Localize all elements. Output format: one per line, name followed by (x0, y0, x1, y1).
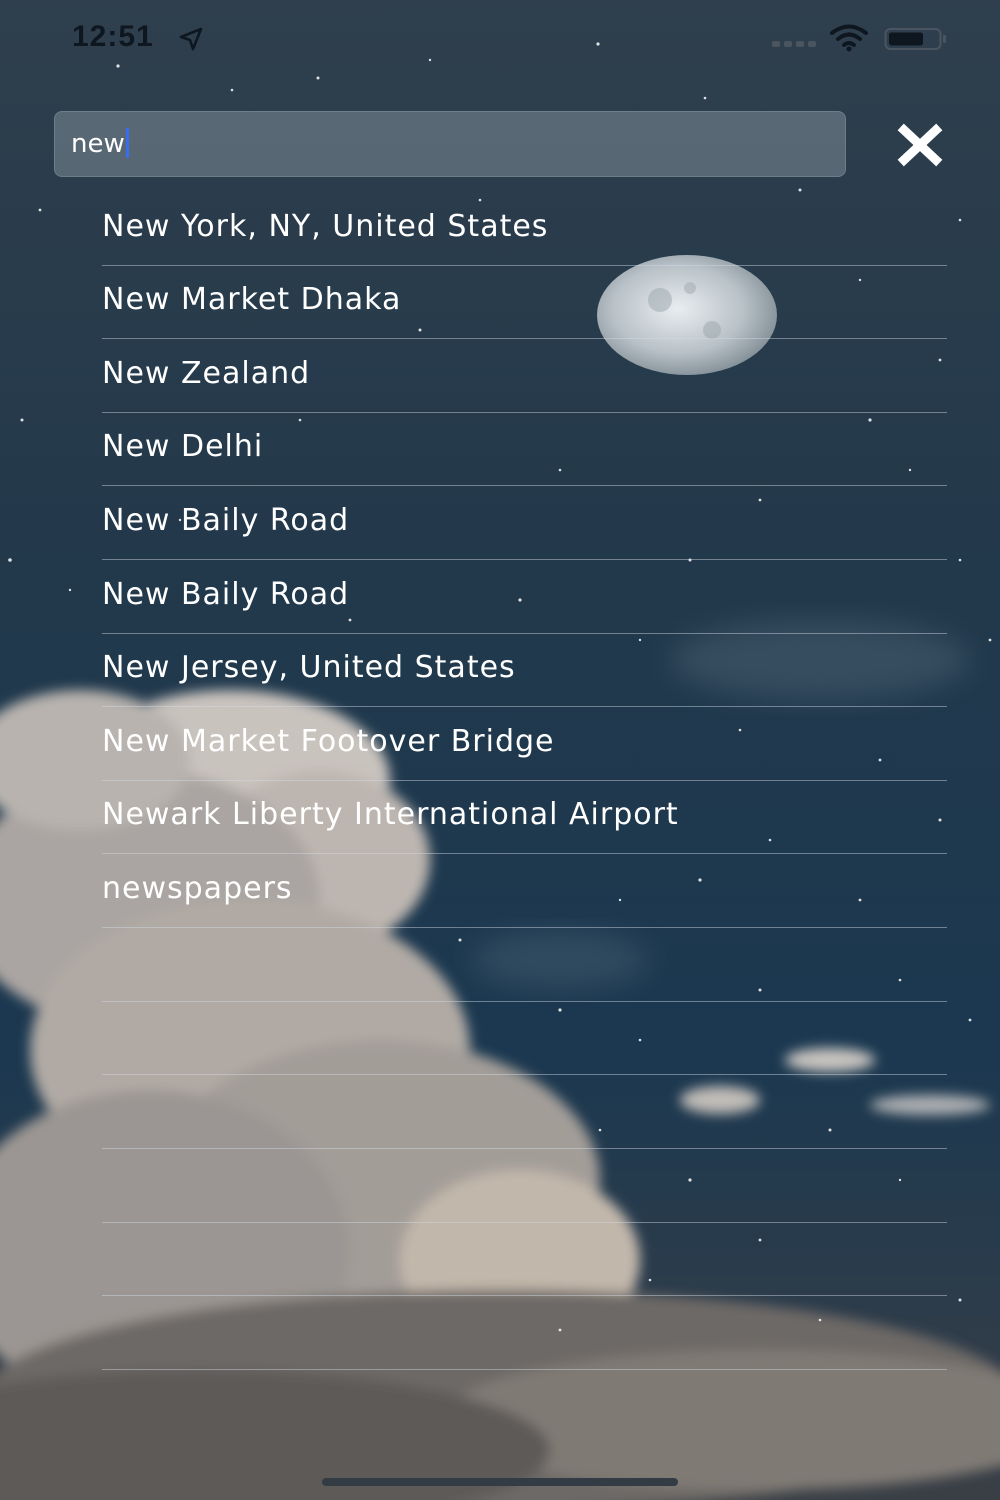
list-item-label: New Delhi (102, 429, 264, 464)
list-item[interactable] (102, 1223, 947, 1296)
list-item[interactable] (102, 929, 947, 1002)
list-item[interactable]: New Zealand (102, 340, 947, 413)
search-results-list: New York, NY, United States New Market D… (0, 0, 1000, 1500)
list-item-label: New Baily Road (102, 503, 350, 538)
list-item-label: New Market Footover Bridge (102, 724, 555, 759)
list-item[interactable]: New York, NY, United States (102, 193, 947, 266)
list-item-label: New York, NY, United States (102, 209, 549, 244)
list-item-label: New Baily Road (102, 577, 350, 612)
list-item[interactable] (102, 1297, 947, 1370)
list-item[interactable]: New Baily Road (102, 487, 947, 560)
list-item[interactable]: Newark Liberty International Airport (102, 781, 947, 854)
home-indicator[interactable] (322, 1478, 678, 1486)
list-item[interactable] (102, 1150, 947, 1223)
list-item[interactable]: newspapers (102, 855, 947, 928)
list-item[interactable]: New Baily Road (102, 561, 947, 634)
list-item[interactable] (102, 1076, 947, 1149)
list-item-label: New Market Dhaka (102, 282, 402, 317)
list-item[interactable] (102, 1002, 947, 1075)
list-item-label: newspapers (102, 871, 293, 906)
list-item[interactable]: New Market Footover Bridge (102, 708, 947, 781)
list-item-label: New Zealand (102, 356, 311, 391)
list-item-label: New Jersey, United States (102, 650, 516, 685)
list-item[interactable]: New Delhi (102, 413, 947, 486)
list-item-label: Newark Liberty International Airport (102, 797, 679, 832)
list-item[interactable]: New Jersey, United States (102, 634, 947, 707)
list-item[interactable]: New Market Dhaka (102, 266, 947, 339)
